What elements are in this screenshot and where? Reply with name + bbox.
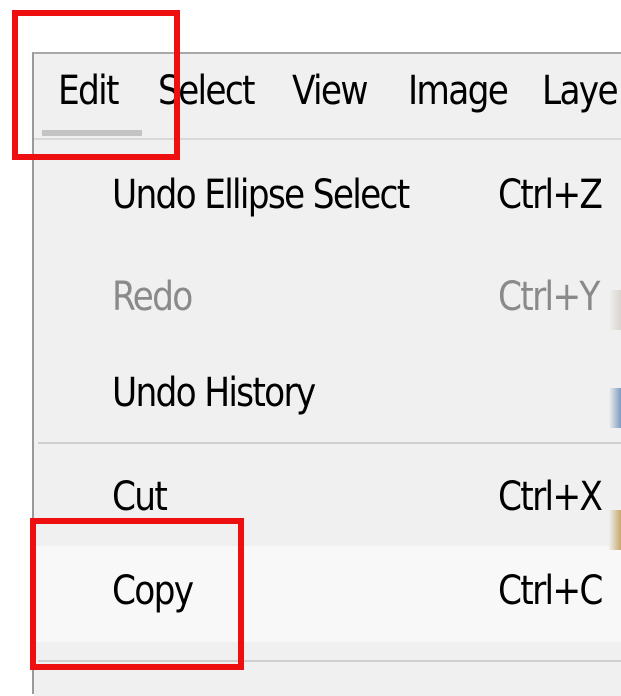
menu-item-label: Undo Ellipse Select (112, 172, 410, 218)
menu-item-undo-ellipse-select[interactable]: Undo Ellipse Select Ctrl+Z (34, 150, 621, 246)
menu-item-label: Undo History (112, 370, 316, 416)
menu-item-shortcut: Ctrl+X (498, 474, 603, 520)
menu-separator (38, 442, 621, 444)
menu-item-label: Copy (112, 568, 194, 614)
menu-item-label: Redo (112, 274, 193, 320)
menu-item-shortcut: Ctrl+Z (498, 172, 603, 218)
edit-dropdown-menu: Undo Ellipse Select Ctrl+Z Redo Ctrl+Y U… (34, 140, 621, 696)
menu-item-cut[interactable]: Cut Ctrl+X (34, 452, 621, 548)
menu-item-copy[interactable]: Copy Ctrl+C (34, 546, 621, 642)
menu-item-shortcut: Ctrl+C (498, 568, 603, 614)
menu-bar: Edit Select View Image Laye (34, 54, 621, 140)
menu-image[interactable]: Image (408, 68, 509, 114)
menu-select[interactable]: Select (158, 68, 256, 114)
background-canvas-edge (609, 290, 621, 330)
menu-separator (38, 660, 621, 662)
active-menu-indicator (42, 130, 142, 136)
menu-item-redo: Redo Ctrl+Y (34, 252, 621, 348)
menu-view[interactable]: View (292, 68, 368, 114)
app-window: Edit Select View Image Laye Undo Ellipse… (32, 52, 621, 696)
menu-item-undo-history[interactable]: Undo History (34, 348, 621, 444)
background-canvas-edge (609, 510, 621, 550)
menu-item-shortcut: Ctrl+Y (498, 274, 600, 320)
menu-edit[interactable]: Edit (58, 68, 119, 114)
menu-layer[interactable]: Laye (542, 68, 619, 114)
menu-item-label: Cut (112, 474, 168, 520)
background-canvas-edge (609, 388, 621, 428)
